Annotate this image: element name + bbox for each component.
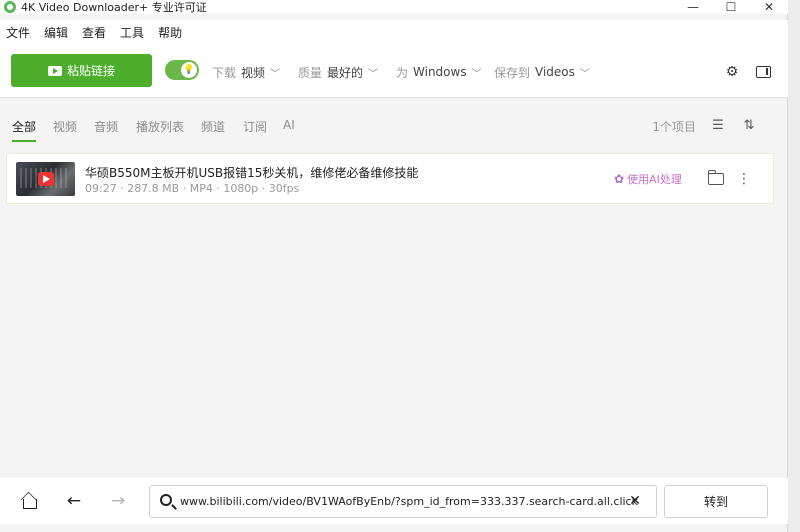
menu-bar: 文件 编辑 查看 工具 帮助 <box>0 20 788 44</box>
lightbulb-icon: 💡 <box>181 62 197 78</box>
tab-ai[interactable]: AI <box>283 118 295 142</box>
chevron-down-icon: ﹀ <box>368 68 379 80</box>
search-icon <box>160 494 172 506</box>
chevron-down-icon: ﹀ <box>471 68 482 80</box>
more-options-icon[interactable]: ⋮ <box>737 170 751 188</box>
toolbar: 粘贴链接 💡 下载 视频 ﹀ 质量 最好的 ﹀ 为 Windows ﹀ 保存到 … <box>0 44 788 98</box>
save-location-select[interactable]: 保存到 Videos ﹀ <box>494 64 590 80</box>
tab-all[interactable]: 全部 <box>12 118 37 142</box>
search-list-icon[interactable]: ☰ <box>709 116 727 134</box>
item-count: 1个项目 <box>652 120 696 134</box>
go-button[interactable]: 转到 <box>664 485 768 518</box>
forward-arrow-icon[interactable]: → <box>107 490 129 512</box>
chevron-down-icon: ﹀ <box>270 68 281 80</box>
background-window-edge <box>788 0 800 532</box>
tab-audio[interactable]: 音频 <box>94 118 118 142</box>
play-icon <box>38 172 54 186</box>
paste-link-label: 粘贴链接 <box>66 64 115 78</box>
tab-playlist[interactable]: 播放列表 <box>136 118 184 142</box>
video-meta: 09:27 · 287.8 MB · MP4 · 1080p · 30fps <box>85 182 300 195</box>
download-item[interactable]: 华硕B550M主板开机USB报错15秒关机，维修佬必备维修技能 09:27 · … <box>6 153 774 204</box>
save-location-value: Videos <box>535 65 575 79</box>
save-location-label: 保存到 <box>494 65 531 80</box>
app-logo-icon <box>4 1 16 13</box>
menu-view[interactable]: 查看 <box>82 24 106 41</box>
platform-value: Windows <box>413 65 467 79</box>
close-button[interactable]: ✕ <box>750 0 788 14</box>
title-bar: 4K Video Downloader+ 专业许可证 — ☐ ✕ <box>0 0 788 14</box>
home-icon <box>23 498 37 509</box>
back-arrow-icon[interactable]: ← <box>63 490 85 512</box>
video-title: 华硕B550M主板开机USB报错15秒关机，维修佬必备维修技能 <box>85 166 419 180</box>
smart-mode-toggle[interactable]: 💡 <box>165 60 199 80</box>
tab-subscription[interactable]: 订阅 <box>243 118 267 142</box>
video-thumbnail <box>16 162 75 196</box>
menu-tools[interactable]: 工具 <box>120 24 144 41</box>
menu-edit[interactable]: 编辑 <box>44 24 68 41</box>
quality-select[interactable]: 质量 最好的 ﹀ <box>298 64 378 80</box>
download-type-select[interactable]: 下载 视频 ﹀ <box>212 64 280 80</box>
tab-video[interactable]: 视频 <box>53 118 77 142</box>
side-panel-toggle[interactable] <box>755 64 771 80</box>
ai-process-button[interactable]: ✿ 使用AI处理 <box>614 171 682 187</box>
settings-gear-icon[interactable]: ⚙ <box>724 64 740 80</box>
chevron-down-icon: ﹀ <box>579 68 590 80</box>
side-panel-icon <box>755 66 771 78</box>
home-button[interactable] <box>19 490 41 512</box>
quality-value: 最好的 <box>327 65 364 80</box>
clear-url-icon[interactable]: ✕ <box>626 492 644 510</box>
ai-process-label: 使用AI处理 <box>627 173 682 186</box>
folder-icon[interactable] <box>707 170 724 185</box>
app-window: 4K Video Downloader+ 专业许可证 — ☐ ✕ 文件 编辑 查… <box>0 0 788 532</box>
video-play-icon <box>47 65 62 76</box>
menu-help[interactable]: 帮助 <box>158 24 182 41</box>
menu-file[interactable]: 文件 <box>6 24 30 41</box>
window-title: 4K Video Downloader+ 专业许可证 <box>21 1 207 14</box>
download-type-value: 视频 <box>241 65 266 80</box>
paste-link-button[interactable]: 粘贴链接 <box>11 54 152 87</box>
quality-label: 质量 <box>298 65 323 80</box>
sort-icon[interactable]: ⇅ <box>740 116 758 134</box>
ai-sparkle-icon: ✿ <box>614 172 625 186</box>
window-controls: — ☐ ✕ <box>674 0 788 14</box>
url-input[interactable]: www.bilibili.com/video/BV1WAofByEnb/?spm… <box>149 485 657 518</box>
platform-select[interactable]: 为 Windows ﹀ <box>396 64 482 80</box>
filter-tabs: 全部 视频 音频 播放列表 频道 订阅 AI 1个项目 ☰ ⇅ <box>0 112 788 142</box>
maximize-button[interactable]: ☐ <box>712 0 750 14</box>
platform-label: 为 <box>396 65 409 80</box>
url-text: www.bilibili.com/video/BV1WAofByEnb/?spm… <box>180 495 638 508</box>
download-type-label: 下载 <box>212 65 237 80</box>
minimize-button[interactable]: — <box>674 0 712 14</box>
browser-bar: ← → www.bilibili.com/video/BV1WAofByEnb/… <box>0 478 788 524</box>
tab-channel[interactable]: 频道 <box>201 118 225 142</box>
